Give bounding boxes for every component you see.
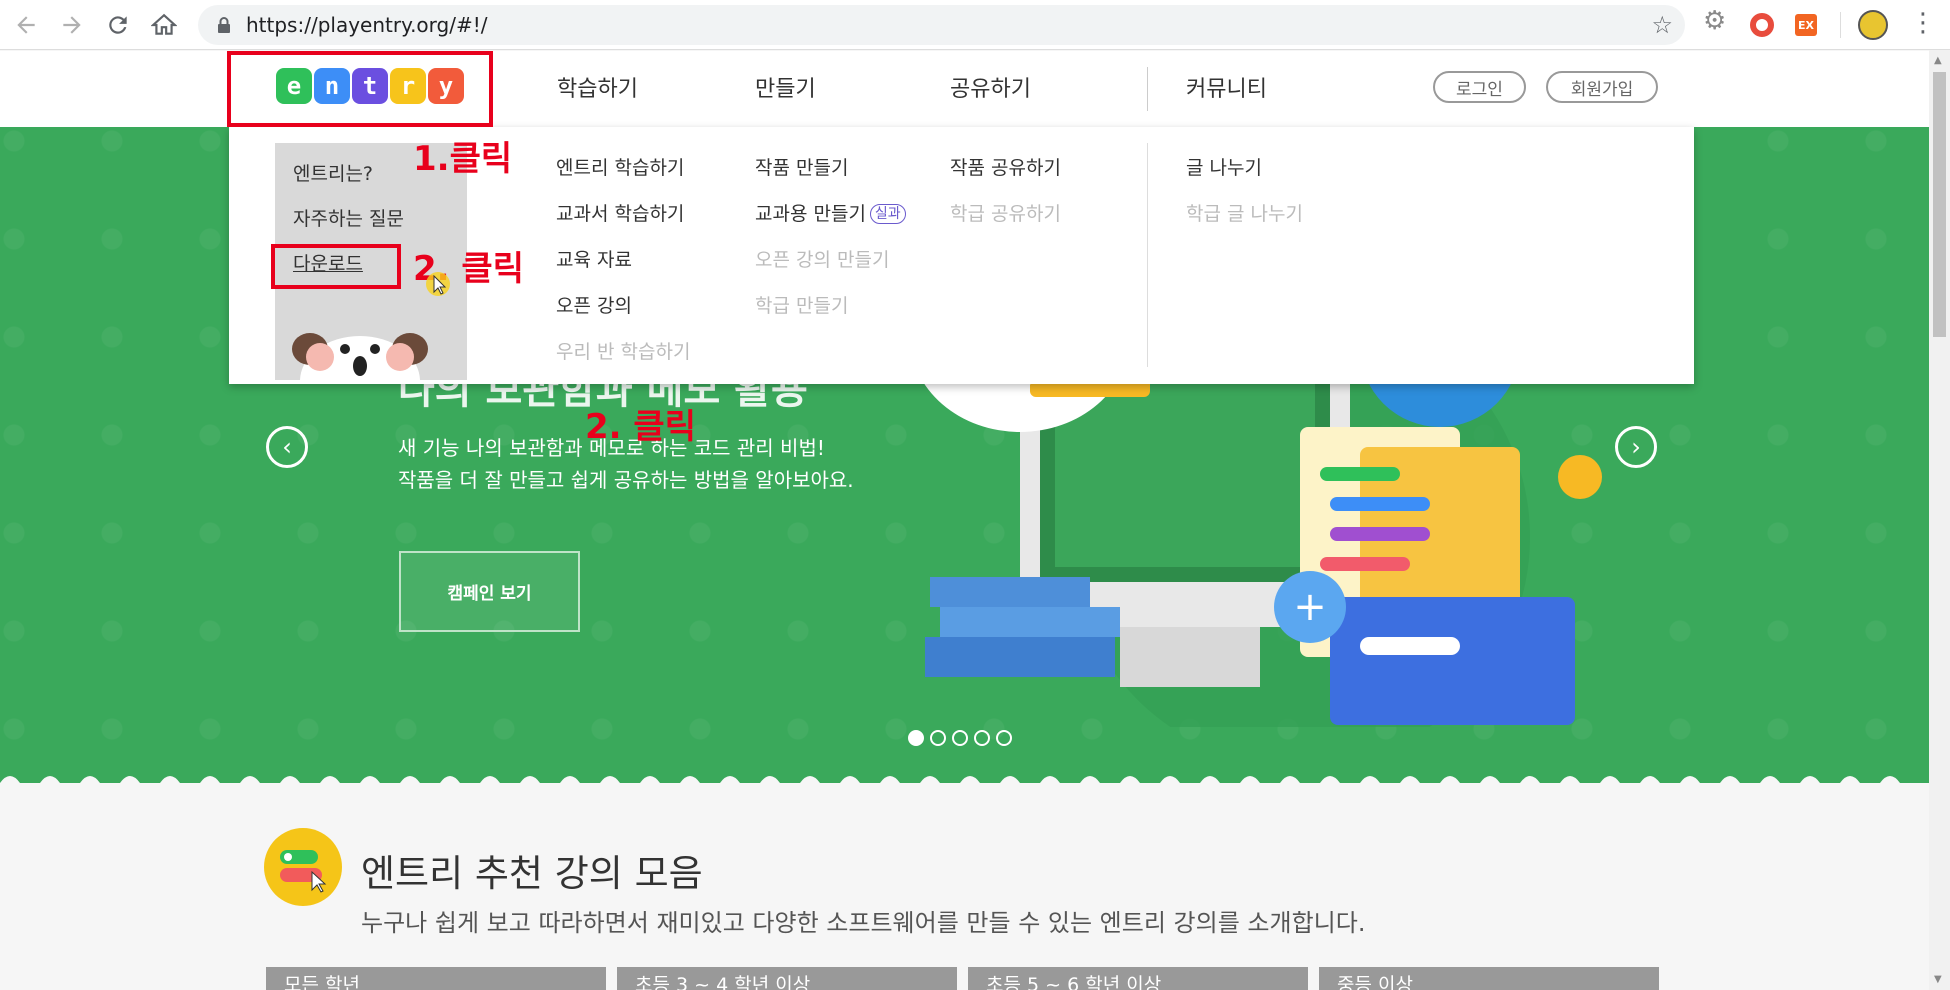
menu-community[interactable]: 커뮤니티	[1186, 71, 1267, 103]
cursor-click-icon	[426, 272, 450, 296]
lock-icon	[218, 17, 230, 33]
scroll-up-icon[interactable]: ▲	[1934, 55, 1942, 66]
make-textbook-label: 교과용 만들기	[755, 203, 866, 225]
make-project[interactable]: 작품 만들기	[755, 153, 848, 180]
bookmark-star-icon[interactable]: ☆	[1651, 11, 1673, 39]
make-class[interactable]: 학급 만들기	[755, 291, 848, 318]
learn-open-lecture[interactable]: 오픈 강의	[556, 291, 632, 318]
slide-dot-3[interactable]	[952, 730, 968, 746]
slide-dot-5[interactable]	[996, 730, 1012, 746]
toolbar-separator	[1840, 12, 1841, 38]
learn-materials[interactable]: 교육 자료	[556, 245, 632, 272]
menu-make[interactable]: 만들기	[755, 71, 816, 103]
extension-ex-icon[interactable]: EX	[1795, 14, 1817, 36]
dropdown-divider	[1147, 143, 1148, 367]
menu-share[interactable]: 공유하기	[950, 71, 1031, 103]
download-highlight-box	[271, 244, 401, 289]
browser-toolbar: https://playentry.org/#!/ ☆ ⚙ EX ⋮	[0, 0, 1950, 50]
annotation-step-1: 1.클릭	[413, 139, 513, 179]
tab-all-grades[interactable]: 모든 학년	[266, 967, 606, 990]
forward-arrow-icon	[63, 16, 81, 34]
menu-learn[interactable]: 학습하기	[557, 71, 638, 103]
community-class-posts[interactable]: 학급 글 나누기	[1186, 199, 1303, 226]
url-text[interactable]: https://playentry.org/#!/	[246, 13, 487, 37]
scroll-thumb[interactable]	[1933, 72, 1946, 337]
address-bar[interactable]: https://playentry.org/#!/ ☆	[198, 5, 1685, 45]
practical-badge: 실과	[869, 204, 906, 224]
about-faq[interactable]: 자주하는 질문	[293, 204, 404, 231]
section-title: 엔트리 추천 강의 모음	[361, 852, 703, 895]
mascot-image	[292, 333, 428, 380]
slide-dot-2[interactable]	[930, 730, 946, 746]
profile-avatar[interactable]	[1858, 10, 1888, 40]
page-scrollbar[interactable]: ▲ ▼	[1929, 50, 1950, 990]
slide-indicators	[908, 730, 1012, 746]
section-description: 누구나 쉽게 보고 따라하면서 재미있고 다양한 소프트웨어를 만들 수 있는 …	[361, 909, 1366, 937]
slide-dot-4[interactable]	[974, 730, 990, 746]
signup-button[interactable]: 회원가입	[1546, 71, 1658, 103]
extension-gear-icon[interactable]: ⚙	[1703, 6, 1731, 36]
learn-our-class[interactable]: 우리 반 학습하기	[556, 337, 690, 364]
forward-button[interactable]	[50, 3, 94, 47]
hero-line-2: 작품을 더 잘 만들고 쉽게 공유하는 방법을 알아보아요.	[398, 468, 854, 492]
reload-button[interactable]	[96, 3, 140, 47]
share-class[interactable]: 학급 공유하기	[950, 199, 1061, 226]
tab-elementary-5-6[interactable]: 초등 5 ~ 6 학년 이상	[968, 967, 1308, 990]
logo-highlight-box	[227, 51, 493, 127]
learn-entry[interactable]: 엔트리 학습하기	[556, 153, 684, 180]
scroll-down-icon[interactable]: ▼	[1934, 974, 1942, 985]
make-open-lecture[interactable]: 오픈 강의 만들기	[755, 245, 889, 272]
tab-middle-school[interactable]: 중등 이상	[1319, 967, 1659, 990]
back-arrow-icon	[17, 16, 35, 34]
about-what-is-entry[interactable]: 엔트리는?	[293, 159, 373, 186]
community-posts[interactable]: 글 나누기	[1186, 153, 1262, 180]
login-button[interactable]: 로그인	[1433, 71, 1526, 103]
browser-menu-icon[interactable]: ⋮	[1910, 8, 1936, 38]
reload-icon	[109, 16, 127, 34]
svg-text:+: +	[1293, 584, 1327, 630]
menu-divider	[1147, 67, 1148, 111]
home-button[interactable]	[142, 3, 186, 47]
back-button[interactable]	[4, 3, 48, 47]
make-textbook[interactable]: 교과용 만들기 실과	[755, 199, 906, 226]
chevron-left-icon: ‹	[282, 433, 292, 461]
extension-camera-icon[interactable]	[1750, 13, 1774, 37]
lecture-section-icon	[264, 828, 342, 906]
home-icon	[151, 13, 177, 35]
annotation-step-2-duplicate: 2. 클릭	[585, 407, 696, 447]
tab-elementary-3-4[interactable]: 초등 3 ~ 4 학년 이상	[617, 967, 957, 990]
prev-slide-button[interactable]: ‹	[266, 426, 308, 468]
campaign-button[interactable]: 캠페인 보기	[399, 551, 580, 632]
slide-dot-1[interactable]	[908, 730, 924, 746]
hero-wave	[0, 776, 1929, 783]
learn-textbook[interactable]: 교과서 학습하기	[556, 199, 684, 226]
share-project[interactable]: 작품 공유하기	[950, 153, 1061, 180]
